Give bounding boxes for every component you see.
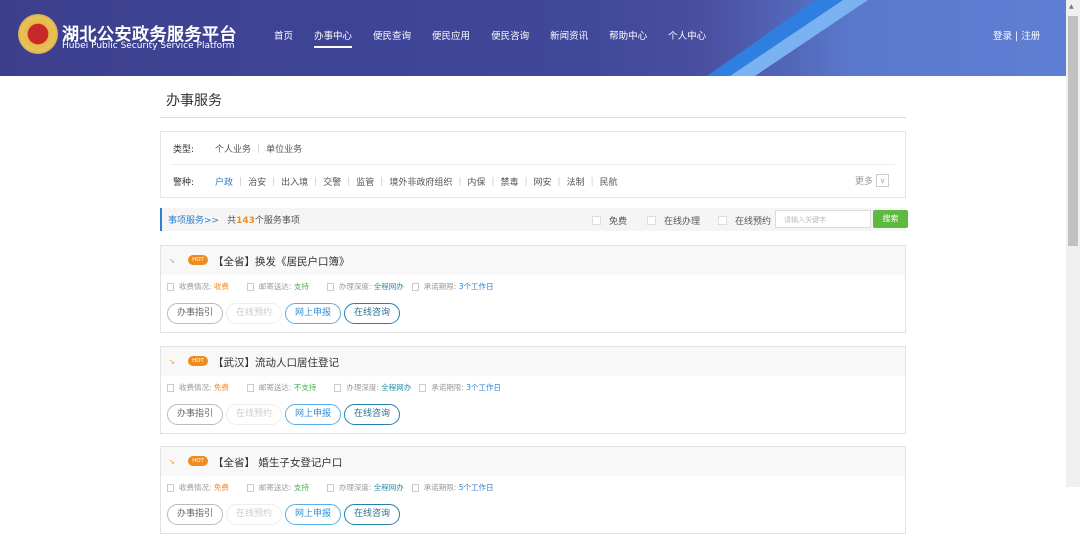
- nav-help[interactable]: 帮助中心: [609, 28, 647, 42]
- apply-online-button[interactable]: 网上申报: [285, 404, 342, 425]
- more-label: 更多: [854, 177, 873, 187]
- depth-icon: [326, 483, 334, 492]
- consult-online-button[interactable]: 在线咨询: [344, 504, 401, 525]
- service-meta: 收费情况: 免费 邮寄送达: 支持 办理深度: 全程网办 承诺期限: 5个工作日: [167, 482, 511, 493]
- nav-query[interactable]: 便民查询: [373, 28, 411, 42]
- booking-button[interactable]: 在线预约: [226, 404, 283, 425]
- main-nav: 首页 办事中心 便民查询 便民应用 便民咨询 新闻资讯 帮助中心 个人中心: [274, 28, 727, 48]
- nav-personal[interactable]: 个人中心: [668, 28, 706, 42]
- police-type-option[interactable]: 监管: [356, 175, 374, 188]
- chevron-down-icon: ∨: [876, 174, 889, 187]
- service-title[interactable]: 【全省】换发《居民户口簿》: [213, 254, 350, 269]
- mail-icon: [246, 282, 254, 291]
- nav-service-center[interactable]: 办事中心: [314, 28, 353, 48]
- hot-badge: HOT: [188, 456, 208, 466]
- search-input[interactable]: 请输入关键字: [775, 210, 871, 228]
- limit-value: 3个工作日: [466, 383, 501, 392]
- booking-button[interactable]: 在线预约: [226, 303, 283, 324]
- section-label: 事项服务>>: [168, 216, 220, 226]
- police-type-option[interactable]: 治安: [248, 175, 266, 188]
- header: 湖北公安政务服务平台 Hubei Public Security Service…: [0, 0, 1066, 76]
- result-count: 共143个服务事项: [227, 216, 300, 226]
- nav-news[interactable]: 新闻资讯: [550, 28, 588, 42]
- calendar-icon: [411, 483, 419, 492]
- more-button[interactable]: 更多 ∨: [855, 174, 889, 187]
- page-title: 办事服务: [166, 93, 222, 109]
- fee-value: 收费: [213, 282, 229, 291]
- search-button[interactable]: 搜索: [873, 210, 908, 228]
- divider: [160, 117, 906, 118]
- service-title[interactable]: 【武汉】流动人口居住登记: [213, 355, 339, 370]
- mail-icon: [246, 483, 254, 492]
- mail-value: 支持: [293, 282, 309, 291]
- filter-panel: 类型: 个人业务 | 单位业务 警种: 户政 | 治安 | 出入境 | 交警 | 监管 | 境外非政府…: [160, 131, 906, 198]
- nav-home[interactable]: 首页: [274, 28, 293, 42]
- nav-apps[interactable]: 便民应用: [432, 28, 470, 42]
- free-checkbox[interactable]: 免费: [592, 214, 627, 227]
- mail-value: 不支持: [293, 383, 317, 392]
- service-title[interactable]: 【全省】 婚生子女登记户口: [213, 455, 342, 470]
- service-meta: 收费情况: 收费 邮寄送达: 支持 办理深度: 全程网办 承诺期限: 3个工作日: [167, 281, 511, 292]
- police-type-option[interactable]: 交警: [323, 175, 341, 188]
- depth-icon: [326, 282, 334, 291]
- calendar-icon: [419, 383, 427, 392]
- fee-value: 免费: [213, 483, 229, 492]
- guide-button[interactable]: 办事指引: [167, 303, 224, 324]
- calendar-icon: [411, 282, 419, 291]
- arrow-icon: ➘: [169, 257, 175, 265]
- mail-icon: [246, 383, 254, 392]
- hot-badge: HOT: [188, 255, 208, 265]
- type-label: 类型:: [173, 145, 195, 155]
- site-subtitle: Hubei Public Security Service Platform: [62, 41, 235, 51]
- type-business[interactable]: 单位业务: [266, 142, 302, 155]
- booking-button[interactable]: 在线预约: [226, 504, 283, 525]
- police-type-option[interactable]: 网安: [534, 175, 552, 188]
- police-label: 警种:: [173, 178, 195, 188]
- online-booking-checkbox[interactable]: 在线预约: [718, 214, 771, 227]
- service-card: ➘ HOT 【武汉】流动人口居住登记 收费情况: 免费 邮寄送达: 不支持 办理深度…: [160, 346, 906, 434]
- fee-icon: [167, 282, 174, 291]
- scrollbar[interactable]: ▲: [1066, 0, 1080, 487]
- police-type-option[interactable]: 户政: [215, 175, 233, 188]
- hot-badge: HOT: [188, 356, 208, 366]
- service-meta: 收费情况: 免费 邮寄送达: 不支持 办理深度: 全程网办 承诺期限: 3个工作…: [167, 382, 519, 393]
- arrow-icon: ➘: [169, 358, 175, 366]
- depth-value: 全程网办: [373, 483, 404, 492]
- consult-online-button[interactable]: 在线咨询: [344, 303, 401, 324]
- apply-online-button[interactable]: 网上申报: [285, 504, 342, 525]
- police-type-option[interactable]: 禁毒: [500, 175, 518, 188]
- guide-button[interactable]: 办事指引: [167, 504, 224, 525]
- depth-value: 全程网办: [381, 383, 412, 392]
- login-register-link[interactable]: 登录 | 注册: [993, 28, 1040, 42]
- service-card: ➘ HOT 【全省】换发《居民户口簿》 收费情况: 收费 邮寄送达: 支持 办理深度…: [160, 245, 906, 333]
- police-type-option[interactable]: 民航: [600, 175, 618, 188]
- apply-online-button[interactable]: 网上申报: [285, 303, 342, 324]
- police-type-option[interactable]: 法制: [567, 175, 585, 188]
- nav-consult[interactable]: 便民咨询: [491, 28, 529, 42]
- limit-value: 5个工作日: [458, 483, 494, 492]
- police-type-option[interactable]: 境外非政府组织: [389, 175, 452, 188]
- arrow-icon: ➘: [169, 458, 175, 466]
- results-bar: 事项服务>> 共143个服务事项 免费 在线办理 在线预约 请输入关键字 搜索: [160, 208, 908, 231]
- limit-value: 3个工作日: [458, 282, 494, 291]
- fee-value: 免费: [213, 383, 229, 392]
- guide-button[interactable]: 办事指引: [167, 404, 224, 425]
- police-type-option[interactable]: 出入境: [281, 175, 308, 188]
- scroll-up-arrow-icon[interactable]: ▲: [1069, 3, 1074, 10]
- fee-icon: [167, 483, 174, 492]
- scroll-thumb[interactable]: [1068, 16, 1078, 246]
- fee-icon: [167, 383, 174, 392]
- online-handle-checkbox[interactable]: 在线办理: [647, 214, 700, 227]
- police-type-option[interactable]: 内保: [467, 175, 485, 188]
- consult-online-button[interactable]: 在线咨询: [344, 404, 401, 425]
- police-emblem-logo[interactable]: [18, 14, 58, 54]
- depth-value: 全程网办: [373, 282, 404, 291]
- service-card: ➘ HOT 【全省】 婚生子女登记户口 收费情况: 免费 邮寄送达: 支持 办理深度…: [160, 446, 906, 534]
- mail-value: 支持: [293, 483, 309, 492]
- type-personal[interactable]: 个人业务: [215, 142, 251, 155]
- depth-icon: [334, 383, 342, 392]
